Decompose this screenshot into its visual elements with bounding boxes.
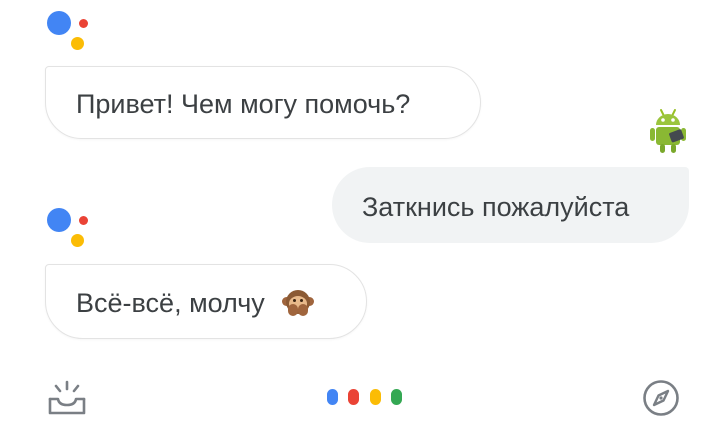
updates-tray-icon <box>48 380 86 415</box>
logo-blue-dot <box>47 11 71 35</box>
listening-dot-blue <box>327 389 338 405</box>
listening-dot-green <box>391 389 402 405</box>
android-robot-icon <box>650 109 686 153</box>
logo-yellow-dot <box>71 234 84 247</box>
speak-no-evil-monkey-icon <box>282 288 315 320</box>
assistant-message-text: Привет! Чем могу помочь? <box>76 89 411 120</box>
logo-blue-dot <box>47 208 71 232</box>
explore-button[interactable] <box>642 379 680 417</box>
logo-red-dot <box>79 19 88 28</box>
user-avatar[interactable] <box>648 107 688 155</box>
logo-yellow-dot <box>71 37 84 50</box>
user-message-text: Заткнись пожалуйста <box>362 191 630 222</box>
assistant-message-bubble: Привет! Чем могу помочь? <box>45 66 481 139</box>
explore-compass-icon <box>643 380 679 416</box>
assistant-conversation-screen: Привет! Чем могу помочь? Заткнись пожалу… <box>0 0 728 426</box>
logo-red-dot <box>79 216 88 225</box>
updates-button[interactable] <box>47 380 87 416</box>
assistant-reply-bubble: Всё-всё, молчу <box>45 264 367 339</box>
assistant-logo-icon <box>47 208 89 250</box>
assistant-reply-text: Всё-всё, молчу <box>76 288 265 319</box>
user-message-bubble: Заткнись пожалуйста <box>332 167 689 243</box>
listening-dot-red <box>348 389 359 405</box>
assistant-listening-dots[interactable] <box>327 389 403 405</box>
listening-dot-yellow <box>370 389 381 405</box>
assistant-logo-icon <box>47 11 89 53</box>
